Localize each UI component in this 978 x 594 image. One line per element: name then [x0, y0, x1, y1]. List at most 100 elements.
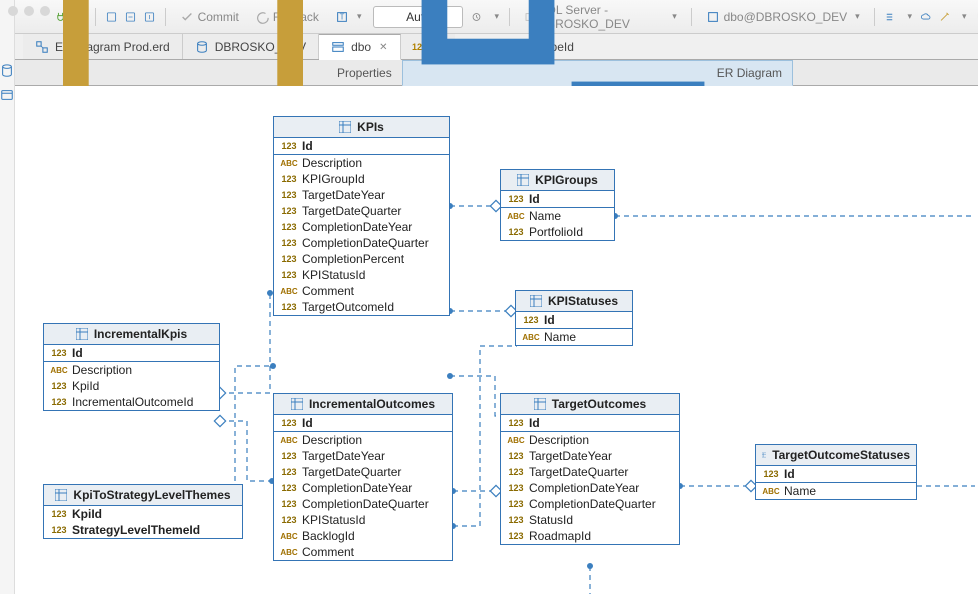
- table-icon: [534, 398, 546, 410]
- table-column[interactable]: ABCName: [756, 483, 916, 499]
- table-targetoutcomestatuses[interactable]: TargetOutcomeStatuses 123IdABCName: [755, 444, 917, 500]
- table-column[interactable]: ABCDescription: [274, 155, 449, 171]
- number-type-icon: 123: [507, 417, 525, 429]
- table-column[interactable]: 123TargetOutcomeId: [274, 299, 449, 315]
- column-name: Id: [302, 139, 313, 153]
- table-column[interactable]: 123TargetDateYear: [501, 448, 679, 464]
- table-column[interactable]: 123TargetDateQuarter: [501, 464, 679, 480]
- list-icon[interactable]: [884, 10, 895, 24]
- table-column[interactable]: ABC BacklogId: [274, 528, 452, 544]
- subtab-properties[interactable]: Properties: [23, 60, 402, 85]
- table-column[interactable]: 123TargetDateYear: [274, 448, 452, 464]
- database-icon[interactable]: [0, 64, 14, 78]
- column-name: BacklogId: [302, 529, 355, 543]
- column-name: Description: [302, 156, 362, 170]
- column-name: CompletionDateQuarter: [302, 497, 429, 511]
- table-columns: 123IdABCDescription123KpiId123Incrementa…: [44, 345, 219, 410]
- table-column[interactable]: ABCDescription: [274, 432, 452, 448]
- window-controls[interactable]: [8, 6, 50, 16]
- table-column[interactable]: 123IncrementalOutcomeId: [44, 394, 219, 410]
- column-name: Id: [529, 416, 540, 430]
- table-column[interactable]: ABCComment: [274, 283, 449, 299]
- number-type-icon: 123: [280, 482, 298, 494]
- column-name: KPIStatusId: [302, 513, 365, 527]
- table-incrementaloutcomes[interactable]: IncrementalOutcomes 123IdABCDescription1…: [273, 393, 453, 561]
- table-column[interactable]: 123KPIGroupId: [274, 171, 449, 187]
- table-column[interactable]: 123StrategyLevelThemeId: [44, 522, 242, 538]
- projects-icon[interactable]: [0, 88, 14, 102]
- column-name: CompletionDateQuarter: [302, 236, 429, 250]
- table-column[interactable]: 123KpiId: [44, 506, 242, 522]
- table-column[interactable]: 123CompletionDateYear: [274, 219, 449, 235]
- table-kpistatuses[interactable]: KPIStatuses 123IdABCName: [515, 290, 633, 346]
- table-column[interactable]: 123KPIStatusId: [274, 267, 449, 283]
- table-column[interactable]: 123 Id: [501, 415, 679, 432]
- table-column[interactable]: 123 KPIStatusId: [274, 512, 452, 528]
- table-kpitostrategylevelthemes[interactable]: KpiToStrategyLevelThemes 123KpiId123Stra…: [43, 484, 243, 539]
- table-column[interactable]: 123CompletionDateQuarter: [274, 496, 452, 512]
- table-incrementalkpis[interactable]: IncrementalKpis 123IdABCDescription123Kp…: [43, 323, 220, 411]
- undo-icon[interactable]: [975, 10, 978, 24]
- column-name: KpiId: [72, 379, 99, 393]
- table-column[interactable]: 123CompletionDateQuarter: [501, 496, 679, 512]
- table-column[interactable]: ABCName: [501, 208, 614, 224]
- table-column[interactable]: 123Id: [44, 345, 219, 362]
- er-diagram-canvas[interactable]: KPIs 123IdABCDescription123KPIGroupId123…: [15, 86, 978, 594]
- text-type-icon: ABC: [280, 546, 298, 558]
- table-header: IncrementalOutcomes: [274, 394, 452, 415]
- column-name: RoadmapId: [529, 529, 591, 543]
- wand-icon[interactable]: [939, 10, 950, 24]
- column-name: Id: [529, 192, 540, 206]
- table-column[interactable]: 123CompletionPercent: [274, 251, 449, 267]
- close-icon[interactable]: ✕: [379, 42, 387, 53]
- table-column[interactable]: 123CompletionDateYear: [274, 480, 452, 496]
- table-column[interactable]: 123TargetDateQuarter: [274, 464, 452, 480]
- tx-mode-button[interactable]: T▾: [331, 8, 366, 26]
- table-icon: [762, 449, 766, 461]
- text-type-icon: ABC: [50, 364, 68, 376]
- column-name: CompletionDateYear: [302, 220, 412, 234]
- table-header: TargetOutcomeStatuses: [756, 445, 916, 466]
- table-targetoutcomes[interactable]: TargetOutcomes 123IdABCDescription123Tar…: [500, 393, 680, 545]
- table-columns: 123 Id ABCDescription123TargetDateYear123T…: [501, 415, 679, 544]
- cloud-icon[interactable]: [920, 10, 931, 24]
- table-columns: 123KpiId123StrategyLevelThemeId: [44, 506, 242, 538]
- table-column[interactable]: 123PortfolioId: [501, 224, 614, 240]
- table-column[interactable]: 123KpiId: [44, 378, 219, 394]
- table-kpis[interactable]: KPIs 123IdABCDescription123KPIGroupId123…: [273, 116, 450, 316]
- table-columns: 123IdABCDescription123TargetDateYear123T…: [274, 415, 452, 560]
- table-column[interactable]: ABCComment: [274, 544, 452, 560]
- table-column[interactable]: 123TargetDateQuarter: [274, 203, 449, 219]
- table-column[interactable]: 123Id: [756, 466, 916, 483]
- editor-subtabs: Properties ER Diagram: [15, 60, 978, 86]
- table-column[interactable]: 123Id: [274, 415, 452, 432]
- table-columns: 123IdABCName123PortfolioId: [501, 191, 614, 240]
- minimize-window-button[interactable]: [24, 6, 34, 16]
- subtab-label: Properties: [337, 66, 392, 80]
- text-type-icon: ABC: [762, 485, 780, 497]
- table-column[interactable]: 123Id: [274, 138, 449, 155]
- table-column[interactable]: ABCName: [516, 329, 632, 345]
- table-column[interactable]: ABCDescription: [44, 362, 219, 378]
- column-name: TargetDateYear: [302, 449, 385, 463]
- text-type-icon: ABC: [522, 331, 540, 343]
- connection-combo-2[interactable]: dbo@DBROSKO_DEV▾: [702, 8, 864, 26]
- number-type-icon: 123: [507, 530, 525, 542]
- column-name: StatusId: [529, 513, 573, 527]
- table-column[interactable]: 123CompletionDateYear: [501, 480, 679, 496]
- column-name: TargetDateYear: [302, 188, 385, 202]
- number-type-icon: 123: [280, 173, 298, 185]
- text-type-icon: ABC: [280, 530, 298, 542]
- table-column[interactable]: 123StatusId: [501, 512, 679, 528]
- subtab-er-diagram[interactable]: ER Diagram: [402, 60, 793, 86]
- number-type-icon: 123: [280, 514, 298, 526]
- table-column[interactable]: 123TargetDateYear: [274, 187, 449, 203]
- table-kpigroups[interactable]: KPIGroups 123IdABCName123PortfolioId: [500, 169, 615, 241]
- table-column[interactable]: 123CompletionDateQuarter: [274, 235, 449, 251]
- zoom-window-button[interactable]: [40, 6, 50, 16]
- table-column[interactable]: 123 RoadmapId: [501, 528, 679, 544]
- table-column[interactable]: ABCDescription: [501, 432, 679, 448]
- table-column[interactable]: 123Id: [516, 312, 632, 329]
- table-column[interactable]: 123Id: [501, 191, 614, 208]
- close-window-button[interactable]: [8, 6, 18, 16]
